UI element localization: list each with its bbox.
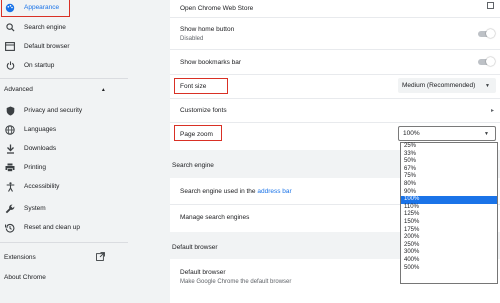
browser-icon [4,41,16,53]
home-button-toggle[interactable] [478,29,495,38]
sidebar-item-languages[interactable]: Languages [0,120,138,139]
page-zoom-select[interactable]: 100% ▼ [398,126,496,141]
customize-fonts-label: Customize fonts [180,107,227,114]
sidebar-item-label: Reset and clean up [24,224,81,231]
chevron-up-icon: ▲ [100,86,106,93]
wrench-icon [4,203,16,215]
sidebar-item-label: Printing [24,164,47,171]
sidebar-item-privacy[interactable]: Privacy and security [0,101,138,120]
bookmarks-bar-toggle[interactable] [478,57,495,66]
sidebar-item-label: On startup [24,62,55,69]
sidebar-item-label: Search engine [24,24,66,31]
address-bar-link[interactable]: address bar [257,188,291,195]
sidebar-item-accessibility[interactable]: Accessibility [0,177,138,196]
home-button-label: Show home button [180,25,235,33]
web-store-label: Open Chrome Web Store [180,5,254,12]
zoom-option[interactable]: 80% [401,181,497,189]
zoom-option[interactable]: 300% [401,249,497,257]
sidebar: Appearance Search engine Default browser… [0,0,138,303]
zoom-option[interactable]: 50% [401,158,497,166]
power-icon [4,60,16,72]
sidebar-item-label: About Chrome [4,274,46,281]
customize-fonts-row[interactable]: Customize fonts ▸ [170,99,500,122]
search-engine-section-title: Search engine [172,162,214,169]
zoom-option[interactable]: 110% [401,204,497,212]
highlight-box-appearance [1,0,70,17]
zoom-option[interactable]: 33% [401,151,497,159]
zoom-option[interactable]: 90% [401,189,497,197]
font-size-select-value: Medium (Recommended) [402,82,476,89]
sidebar-item-extensions[interactable]: Extensions [0,248,138,267]
zoom-option[interactable]: 67% [401,166,497,174]
chevron-down-icon: ▼ [484,130,489,137]
page-zoom-dropdown[interactable]: 25% 33% 50% 67% 75% 80% 90% 100% 110% 125% 150% 175… [400,142,498,284]
font-size-select[interactable]: Medium (Recommended) ▼ [398,78,496,93]
zoom-option[interactable]: 75% [401,173,497,181]
search-engine-used-label: Search engine used in the [180,187,256,195]
search-icon [4,22,16,34]
printer-icon [4,162,16,174]
sidebar-item-label: Privacy and security [24,107,83,114]
bookmarks-bar-label: Show bookmarks bar [180,58,242,66]
open-in-new-icon [487,2,494,9]
home-button-state: Disabled [180,35,204,42]
zoom-option[interactable]: 100% [401,196,497,204]
zoom-option[interactable]: 125% [401,211,497,219]
download-icon [4,143,16,155]
sidebar-item-printing[interactable]: Printing [0,158,138,177]
sidebar-item-label: Languages [24,126,57,133]
bookmarks-bar-row[interactable]: Show bookmarks bar [170,50,500,74]
sidebar-item-system[interactable]: System [0,199,138,218]
zoom-option[interactable]: 400% [401,257,497,265]
open-in-new-icon [96,252,105,263]
zoom-option[interactable]: 250% [401,242,497,250]
sidebar-item-label: Extensions [4,254,36,261]
sidebar-item-label: Default browser [24,43,70,50]
zoom-option[interactable]: 25% [401,143,497,151]
chevron-right-icon: ▸ [490,108,494,114]
zoom-option[interactable]: 500% [401,265,497,273]
accessibility-icon [4,181,16,193]
history-icon [4,222,16,234]
advanced-label: Advanced [4,86,33,93]
sidebar-item-on-startup[interactable]: On startup [0,56,138,75]
default-browser-section-title: Default browser [172,244,218,251]
highlight-box-font-size [174,78,228,94]
globe-icon [4,124,16,136]
sidebar-item-search-engine[interactable]: Search engine [0,18,138,37]
sidebar-item-reset[interactable]: Reset and clean up [0,218,138,237]
shield-icon [4,105,16,117]
divider [0,78,128,79]
chevron-down-icon: ▼ [485,82,490,89]
sidebar-item-downloads[interactable]: Downloads [0,139,138,158]
advanced-section-toggle[interactable]: Advanced ▲ [4,86,106,93]
sidebar-item-label: System [24,205,46,212]
divider [0,242,128,243]
zoom-option[interactable]: 150% [401,219,497,227]
page-zoom-select-value: 100% [403,130,420,137]
sidebar-item-label: Accessibility [24,183,60,190]
sidebar-item-default-browser[interactable]: Default browser [0,37,138,56]
sidebar-item-label: Downloads [24,145,57,152]
home-button-row[interactable]: Show home button Disabled [170,18,500,49]
highlight-box-page-zoom [174,125,222,141]
web-store-row[interactable]: Open Chrome Web Store [170,0,500,17]
sidebar-item-about[interactable]: About Chrome [0,268,138,287]
zoom-option[interactable]: 200% [401,234,497,242]
zoom-option[interactable]: 175% [401,227,497,235]
